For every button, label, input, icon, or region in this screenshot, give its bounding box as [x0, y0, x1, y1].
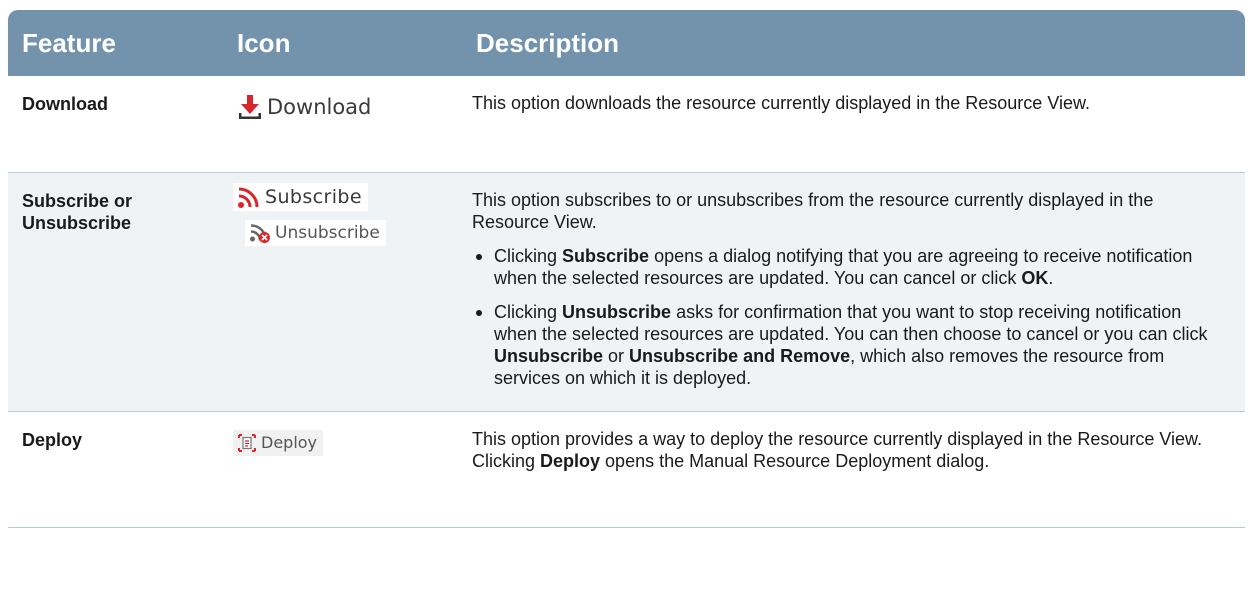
- unsubscribe-button-image: Unsubscribe: [245, 220, 386, 246]
- feature-subscribe-line1: Subscribe or: [22, 191, 133, 211]
- download-icon: [239, 95, 261, 119]
- deploy-desc-post: opens the Manual Resource Deployment dia…: [600, 451, 990, 471]
- download-label: Download: [267, 95, 372, 119]
- list-item: Clicking Unsubscribe asks for confirmati…: [476, 301, 1225, 389]
- bullet2-mid2: or: [603, 346, 630, 366]
- feature-subscribe: Subscribe or Unsubscribe: [8, 172, 223, 412]
- feature-deploy: Deploy: [8, 411, 223, 528]
- bullet2-bold-unsubscribe-remove: Unsubscribe and Remove: [629, 346, 851, 366]
- table-row-subscribe: Subscribe or Unsubscribe Subscribe Unsub…: [8, 172, 1245, 412]
- description-subscribe: This option subscribes to or unsubscribe…: [462, 172, 1245, 412]
- bullet1-pre: Clicking: [494, 246, 563, 266]
- bullet2-bold-unsubscribe-2: Unsubscribe: [494, 346, 604, 366]
- bullet1-bold-subscribe: Subscribe: [562, 246, 650, 266]
- deploy-icon: [238, 434, 256, 452]
- header-description: Description: [462, 10, 1245, 76]
- icon-cell-subscribe: Subscribe Unsubscribe: [223, 172, 462, 412]
- icon-cell-deploy: Deploy: [223, 411, 462, 528]
- description-deploy: This option provides a way to deploy the…: [462, 411, 1245, 528]
- deploy-button-image: Deploy: [233, 430, 324, 456]
- feature-subscribe-line2: Unsubscribe: [22, 213, 132, 233]
- description-download-text: This option downloads the resource curre…: [472, 93, 1091, 113]
- header-icon: Icon: [223, 10, 462, 76]
- table-row-deploy: Deploy Deploy This option provides a way…: [8, 411, 1245, 528]
- bullet1-bold-ok: OK: [1021, 268, 1049, 288]
- deploy-label: Deploy: [261, 433, 318, 452]
- icon-cell-download: Download: [223, 76, 462, 173]
- bullet2-bold-unsubscribe: Unsubscribe: [562, 302, 672, 322]
- subscribe-label: Subscribe: [265, 186, 362, 208]
- feature-table-container: Feature Icon Description Download Downlo…: [8, 10, 1253, 528]
- rss-remove-icon: [250, 224, 270, 243]
- description-download: This option downloads the resource curre…: [462, 76, 1245, 173]
- table-header: Feature Icon Description: [8, 10, 1245, 76]
- download-button-image: Download: [233, 92, 378, 122]
- unsubscribe-label: Unsubscribe: [275, 223, 380, 243]
- deploy-desc-bold: Deploy: [540, 451, 601, 471]
- list-item: Clicking Subscribe opens a dialog notify…: [476, 245, 1225, 289]
- header-feature: Feature: [8, 10, 223, 76]
- subscribe-button-image: Subscribe: [233, 183, 368, 211]
- table-row-download: Download Download This option downloads …: [8, 76, 1245, 173]
- rss-icon: [238, 187, 259, 208]
- bullet1-post: .: [1048, 268, 1054, 288]
- subscribe-bullet-list: Clicking Subscribe opens a dialog notify…: [472, 245, 1225, 389]
- description-subscribe-text: This option subscribes to or unsubscribe…: [472, 190, 1154, 232]
- feature-download: Download: [8, 76, 223, 173]
- description-deploy-text: This option provides a way to deploy the…: [472, 428, 1225, 472]
- bullet2-pre: Clicking: [494, 302, 563, 322]
- feature-table: Feature Icon Description Download Downlo…: [8, 10, 1245, 528]
